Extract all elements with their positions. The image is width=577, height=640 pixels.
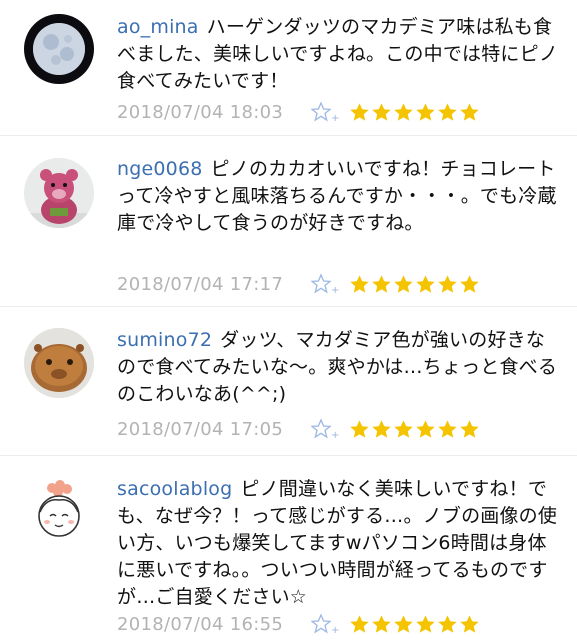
comment-item: sumino72 ダッツ、マカダミア色が強いの好きなので食べてみたいな〜。爽やかは… <box>0 307 577 455</box>
star-icon <box>350 274 369 293</box>
star-icon <box>460 274 479 293</box>
star-icon <box>460 102 479 121</box>
comment-body: sumino72 ダッツ、マカダミア色が強いの好きなので食べてみたいな〜。爽やかは… <box>117 327 562 408</box>
comment-item: nge0068 ピノのカカオいいですね！チョコレートって冷やすと風味落ちるんですか… <box>0 136 577 306</box>
svg-text:+: + <box>331 625 339 636</box>
pink-bear-avatar[interactable] <box>24 158 94 228</box>
comment-list: ao_mina ハーゲンダッツのマカデミア味は私も食べました、美味しいですよね。こ… <box>0 0 577 640</box>
comment-body: ao_mina ハーゲンダッツのマカデミア味は私も食べました、美味しいですよね。こ… <box>117 14 562 95</box>
star-icon <box>438 614 457 633</box>
add-star-icon[interactable]: + <box>311 100 339 124</box>
comment-body: sacoolablog ピノ間違いなく美味しいですね！でも、なぜ今？！って感じがす… <box>117 476 562 611</box>
star-icon <box>438 102 457 121</box>
add-star-icon[interactable]: + <box>311 612 339 636</box>
star-icon <box>416 419 435 438</box>
star-icon <box>372 102 391 121</box>
username-link[interactable]: nge0068 <box>117 158 203 180</box>
star-rating[interactable] <box>349 419 480 440</box>
star-icon <box>416 614 435 633</box>
star-icon <box>438 274 457 293</box>
star-icon <box>394 614 413 633</box>
svg-text:+: + <box>331 430 339 441</box>
comment-meta: 2018/07/04 16:55 + <box>117 610 480 638</box>
svg-text:+: + <box>331 113 339 124</box>
svg-text:+: + <box>331 285 339 296</box>
star-rating[interactable] <box>349 102 480 123</box>
star-icon <box>394 419 413 438</box>
comment-body: nge0068 ピノのカカオいいですね！チョコレートって冷やすと風味落ちるんですか… <box>117 156 562 237</box>
comment-meta: 2018/07/04 17:17 + <box>117 270 480 298</box>
star-icon <box>350 614 369 633</box>
star-icon <box>438 419 457 438</box>
capybara-avatar[interactable] <box>24 328 94 398</box>
comment-meta: 2018/07/04 18:03 + <box>117 98 480 126</box>
star-icon <box>350 102 369 121</box>
comment-date: 2018/07/04 18:03 <box>117 101 284 123</box>
star-icon <box>394 102 413 121</box>
add-star-icon[interactable]: + <box>311 417 339 441</box>
username-link[interactable]: ao_mina <box>117 16 199 38</box>
comment-item: sacoolablog ピノ間違いなく美味しいですね！でも、なぜ今？！って感じがす… <box>0 456 577 640</box>
comment-item: ao_mina ハーゲンダッツのマカデミア味は私も食べました、美味しいですよね。こ… <box>0 0 577 135</box>
star-icon <box>350 419 369 438</box>
comment-date: 2018/07/04 17:17 <box>117 273 284 295</box>
moon-avatar[interactable] <box>24 14 94 84</box>
star-icon <box>460 614 479 633</box>
girl-drawing-avatar[interactable] <box>24 474 94 544</box>
star-icon <box>416 274 435 293</box>
star-rating[interactable] <box>349 614 480 635</box>
username-link[interactable]: sumino72 <box>117 329 212 351</box>
comment-date: 2018/07/04 16:55 <box>117 613 284 635</box>
star-icon <box>416 102 435 121</box>
comment-meta: 2018/07/04 17:05 + <box>117 415 480 443</box>
star-icon <box>460 419 479 438</box>
add-star-icon[interactable]: + <box>311 272 339 296</box>
comment-date: 2018/07/04 17:05 <box>117 418 284 440</box>
star-rating[interactable] <box>349 274 480 295</box>
star-icon <box>372 419 391 438</box>
username-link[interactable]: sacoolablog <box>117 478 232 500</box>
star-icon <box>372 274 391 293</box>
star-icon <box>372 614 391 633</box>
star-icon <box>394 274 413 293</box>
